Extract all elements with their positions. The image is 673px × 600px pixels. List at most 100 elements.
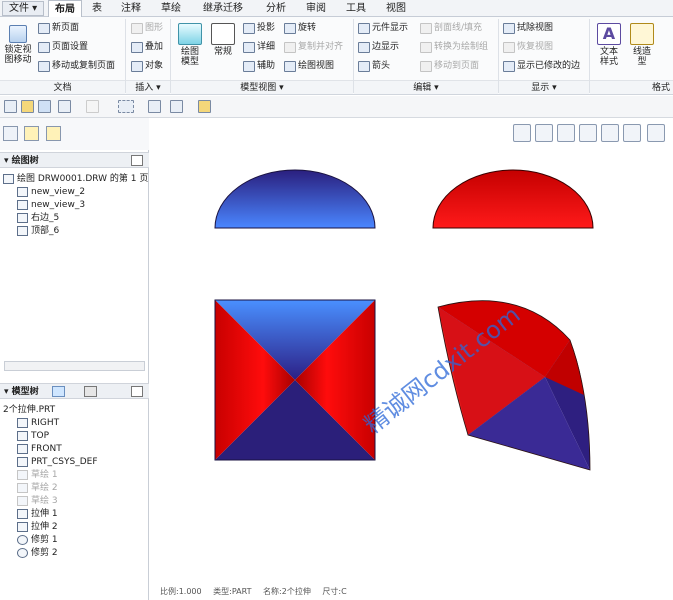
drawing-canvas[interactable]: 精诚网cdxit.com xyxy=(150,145,673,583)
drawing-view-button[interactable]: 绘图视图 xyxy=(284,59,334,74)
element-display-button[interactable]: 元件显示 xyxy=(358,21,408,36)
group-label-edit[interactable]: 编辑 ▾ xyxy=(354,80,498,94)
auxiliary-view-button[interactable]: 辅助 xyxy=(243,59,275,74)
tree-item-label: 修剪 1 xyxy=(31,535,58,545)
model-display-icon[interactable] xyxy=(52,386,65,397)
tab-sketch[interactable]: 草绘 xyxy=(155,0,187,17)
tree-item-view[interactable]: 顶部_6 xyxy=(17,225,59,237)
copy-align-button[interactable]: 复制并对齐 xyxy=(284,40,343,55)
top-view-shape[interactable] xyxy=(214,299,376,461)
tree-item-datum-plane[interactable]: FRONT xyxy=(17,443,62,455)
tab-table[interactable]: 表 xyxy=(86,0,108,17)
group-label-insert[interactable]: 插入 ▾ xyxy=(126,80,170,94)
zoom-in-icon[interactable] xyxy=(535,124,553,142)
tree-item-drawing-sheet[interactable]: 绘图 DRW0001.DRW 的第 1 页 xyxy=(3,173,148,185)
select-box-icon[interactable] xyxy=(118,100,134,113)
tab-annotate[interactable]: 注释 xyxy=(115,0,147,17)
undo-icon[interactable] xyxy=(58,100,71,113)
page-setup-button[interactable]: 页面设置 xyxy=(38,40,88,55)
saved-orientations-icon[interactable] xyxy=(623,124,641,142)
general-view-icon xyxy=(211,23,235,45)
show-modified-edges-button[interactable]: 显示已修改的边 xyxy=(503,59,580,74)
convert-draw-group-icon xyxy=(420,42,432,53)
open-file-icon[interactable] xyxy=(21,100,34,113)
windows-icon[interactable] xyxy=(170,100,183,113)
model-tree-tab-icon[interactable] xyxy=(3,126,18,141)
group-label-format[interactable]: 格式 xyxy=(590,80,673,94)
move-to-page-button[interactable]: 移动到页面 xyxy=(420,59,479,74)
navigator-panel: ▾ 绘图树 绘图 DRW0001.DRW 的第 1 页 new_view_2 n… xyxy=(0,118,149,600)
tree-item-sketch[interactable]: 草绘 3 xyxy=(17,495,58,507)
tree-item-datum-plane[interactable]: RIGHT xyxy=(17,417,59,429)
tree-item-sketch[interactable]: 草绘 1 xyxy=(17,469,58,481)
graphic-button[interactable]: 图形 xyxy=(131,21,163,36)
tree-item-sketch[interactable]: 草绘 2 xyxy=(17,482,58,494)
tab-layout[interactable]: 布局 xyxy=(48,0,82,18)
tree-settings-icon[interactable] xyxy=(131,155,143,166)
group-label-display[interactable]: 显示 ▾ xyxy=(499,80,589,94)
drawing-tree-header[interactable]: ▾ 绘图树 xyxy=(0,152,149,168)
new-page-button[interactable]: 新页面 xyxy=(38,21,79,36)
tools-icon[interactable] xyxy=(84,386,97,397)
overlay-button[interactable]: 叠加 xyxy=(131,40,163,55)
tree-item-view[interactable]: new_view_2 xyxy=(17,186,85,198)
arrow-button[interactable]: 箭头 xyxy=(358,59,390,74)
drawing-tree-scrollbar[interactable] xyxy=(4,361,145,371)
tree-item-view[interactable]: 右边_5 xyxy=(17,212,59,224)
redo-icon[interactable] xyxy=(86,100,99,113)
detail-view-button[interactable]: 详细 xyxy=(243,40,275,55)
tree-settings-icon[interactable] xyxy=(131,386,143,397)
arrow-icon xyxy=(358,61,370,72)
tab-review[interactable]: 审阅 xyxy=(300,0,332,17)
move-to-page-icon xyxy=(420,61,432,72)
tab-tools[interactable]: 工具 xyxy=(340,0,372,17)
move-copy-page-button[interactable]: 移动或复制页面 xyxy=(38,59,115,74)
refit-icon[interactable] xyxy=(513,124,531,142)
drawing-tree-title: 绘图树 xyxy=(11,156,39,166)
edge-display-button[interactable]: 边显示 xyxy=(358,40,399,55)
erase-view-button[interactable]: 拭除视图 xyxy=(503,21,553,36)
model-tree-title: 模型树 xyxy=(11,387,39,397)
file-menu[interactable]: 文件 ▾ xyxy=(2,1,45,16)
save-icon[interactable] xyxy=(38,100,51,113)
tree-item-extrude[interactable]: 拉伸 2 xyxy=(17,521,58,533)
line-style-button[interactable]: 线造 型 xyxy=(628,23,656,67)
tab-view[interactable]: 视图 xyxy=(380,0,412,17)
model-tree-root[interactable]: 2个拉伸.PRT xyxy=(3,404,55,416)
display-style-icon[interactable] xyxy=(601,124,619,142)
drawing-model-button[interactable]: 绘图 模型 xyxy=(174,23,206,67)
model-tree-header[interactable]: ▾ 模型树 xyxy=(0,383,149,399)
folder-browser-tab-icon[interactable] xyxy=(24,126,39,141)
page-setup-label: 页面设置 xyxy=(52,42,89,52)
zoom-out-icon[interactable] xyxy=(557,124,575,142)
tree-item-trim[interactable]: 修剪 1 xyxy=(17,534,58,546)
group-label-model-views[interactable]: 模型视图 ▾ xyxy=(171,80,353,94)
favorites-tab-icon[interactable] xyxy=(46,126,61,141)
tree-item-view[interactable]: new_view_3 xyxy=(17,199,85,211)
tree-item-label: 拉伸 1 xyxy=(31,509,58,519)
projection-button[interactable]: 投影 xyxy=(243,21,275,36)
text-style-button[interactable]: A 文本 样式 xyxy=(595,23,623,67)
datum-display-icon[interactable] xyxy=(647,124,665,142)
rotate-view-button[interactable]: 旋转 xyxy=(284,21,316,36)
tree-item-trim[interactable]: 修剪 2 xyxy=(17,547,58,559)
object-button[interactable]: 对象 xyxy=(131,59,163,74)
restore-view-label: 恢复视图 xyxy=(517,42,554,52)
general-view-button[interactable]: 常规 xyxy=(209,23,237,57)
tree-item-csys[interactable]: PRT_CSYS_DEF xyxy=(17,456,98,468)
front-view-shape[interactable] xyxy=(214,169,376,229)
regenerate-icon[interactable] xyxy=(148,100,161,113)
tab-analysis[interactable]: 分析 xyxy=(260,0,292,17)
convert-draw-group-button[interactable]: 转换为绘制组 xyxy=(420,40,488,55)
new-file-icon[interactable] xyxy=(4,100,17,113)
tab-legacy-migration[interactable]: 继承迁移 xyxy=(197,0,249,17)
tree-item-extrude[interactable]: 拉伸 1 xyxy=(17,508,58,520)
section-fill-button[interactable]: 剖面线/填充 xyxy=(420,21,482,36)
tree-item-label: 顶部_6 xyxy=(31,226,60,236)
folder-icon[interactable] xyxy=(198,100,211,113)
lock-view-button[interactable]: 锁定视 图移动 xyxy=(3,25,33,65)
side-view-shape[interactable] xyxy=(432,169,594,229)
repaint-icon[interactable] xyxy=(579,124,597,142)
restore-view-button[interactable]: 恢复视图 xyxy=(503,40,553,55)
tree-item-datum-plane[interactable]: TOP xyxy=(17,430,49,442)
